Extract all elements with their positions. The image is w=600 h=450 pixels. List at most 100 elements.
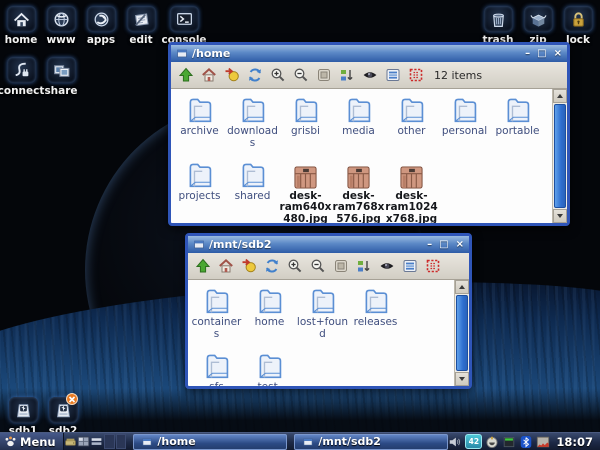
file-item[interactable]: grisbi xyxy=(279,93,332,150)
file-item[interactable]: projects xyxy=(173,158,226,224)
zoom-out-icon[interactable] xyxy=(293,67,309,83)
cpu-graph-icon[interactable] xyxy=(536,435,550,449)
folder-icon xyxy=(448,94,481,125)
home-toolbar-icon[interactable] xyxy=(218,258,234,274)
usb-drive-icon xyxy=(49,397,78,423)
minimize-button[interactable]: – xyxy=(525,49,530,59)
file-item[interactable]: containers xyxy=(190,284,243,341)
file-item[interactable]: home xyxy=(243,284,296,341)
battery-icon[interactable] xyxy=(502,435,516,449)
desktop-icon-apps[interactable]: apps xyxy=(82,6,120,46)
select-all-icon[interactable] xyxy=(425,258,441,274)
file-item[interactable]: test-audio xyxy=(243,349,296,387)
zoom-in-icon[interactable] xyxy=(287,258,303,274)
maximize-button[interactable]: □ xyxy=(439,240,448,250)
refresh-icon[interactable] xyxy=(264,258,280,274)
scroll-down-button[interactable] xyxy=(553,209,567,223)
up-icon[interactable] xyxy=(195,258,211,274)
clock: 18:07 xyxy=(553,435,597,449)
bookmarks-icon[interactable] xyxy=(224,67,240,83)
drive-applet-icon[interactable] xyxy=(64,435,77,449)
menu-button[interactable]: Menu xyxy=(0,433,64,450)
desktop-icon-sdb2[interactable]: sdb2 xyxy=(44,397,82,437)
show-hidden-eye-icon[interactable] xyxy=(379,258,395,274)
desktop-icon-trash[interactable]: trash xyxy=(479,6,517,46)
desktop-icon-label: www xyxy=(46,34,75,46)
maximize-button[interactable]: □ xyxy=(537,49,546,59)
normal-size-icon[interactable] xyxy=(333,258,349,274)
file-item[interactable]: desk-ram768x576.jpg xyxy=(332,158,385,224)
file-item[interactable]: downloads xyxy=(226,93,279,150)
usb-drive-icon xyxy=(9,397,38,423)
file-item[interactable]: sfs xyxy=(190,349,243,387)
file-name: projects xyxy=(179,191,221,203)
file-item[interactable]: portable xyxy=(491,93,544,150)
scrollbar-thumb[interactable] xyxy=(554,104,566,208)
up-icon[interactable] xyxy=(178,67,194,83)
folder-icon xyxy=(183,94,216,125)
close-button[interactable]: × xyxy=(456,240,464,250)
scroll-up-button[interactable] xyxy=(455,280,469,294)
zoom-out-icon[interactable] xyxy=(310,258,326,274)
close-button[interactable]: × xyxy=(554,49,562,59)
bluetooth-icon[interactable] xyxy=(519,435,533,449)
desktop-icon-zip[interactable]: zip xyxy=(519,6,557,46)
plugin-icon[interactable] xyxy=(485,435,499,449)
scroll-up-button[interactable] xyxy=(553,89,567,103)
file-item[interactable]: desk-ram640x480.jpg xyxy=(279,158,332,224)
sort-icon[interactable] xyxy=(339,67,355,83)
bookmarks-icon[interactable] xyxy=(241,258,257,274)
desktop-icon-home[interactable]: home xyxy=(2,6,40,46)
file-item[interactable]: personal xyxy=(438,93,491,150)
file-item[interactable]: media xyxy=(332,93,385,150)
vertical-scrollbar[interactable] xyxy=(552,89,567,223)
taskbar-window-sdb2[interactable]: /mnt/sdb2 xyxy=(294,434,448,450)
window-shade-icon[interactable] xyxy=(90,435,103,449)
desktop-icon-connect[interactable]: connect xyxy=(2,57,40,97)
file-icon xyxy=(183,93,216,125)
file-item[interactable]: shared xyxy=(226,158,279,224)
image-thumbnail-icon xyxy=(399,165,424,190)
pager-desktop-cell[interactable] xyxy=(104,434,115,449)
desktop-icon-console[interactable]: console xyxy=(162,6,206,46)
zoom-in-icon[interactable] xyxy=(270,67,286,83)
show-hidden-eye-icon[interactable] xyxy=(362,67,378,83)
pager-icon[interactable] xyxy=(77,435,90,449)
folder-icon xyxy=(289,94,322,125)
volume-icon[interactable] xyxy=(448,435,462,449)
file-item[interactable]: other xyxy=(385,93,438,150)
pager-desktop-cell[interactable] xyxy=(116,434,127,449)
desktop-icon-sdb1[interactable]: sdb1 xyxy=(4,397,42,437)
scroll-down-button[interactable] xyxy=(455,372,469,386)
file-item[interactable]: releases xyxy=(349,284,402,341)
file-name: personal xyxy=(442,126,487,138)
refresh-icon[interactable] xyxy=(247,67,263,83)
file-item[interactable]: desk-ram1024x768.jpg xyxy=(385,158,438,224)
desktop-icon-label: apps xyxy=(87,34,115,46)
details-list-icon[interactable] xyxy=(402,258,418,274)
minimize-button[interactable]: – xyxy=(427,240,432,250)
titlebar[interactable]: /mnt/sdb2 – □ × xyxy=(188,236,469,253)
file-item[interactable]: archive xyxy=(173,93,226,150)
details-list-icon[interactable] xyxy=(385,67,401,83)
file-icon xyxy=(253,349,286,381)
taskbar-window-home[interactable]: /home xyxy=(133,434,287,450)
desktop-icon-share[interactable]: share xyxy=(42,57,80,97)
desktop-icon-www[interactable]: www xyxy=(42,6,80,46)
unmount-badge-icon[interactable] xyxy=(66,393,78,405)
desktop-icon-edit[interactable]: edit xyxy=(122,6,160,46)
sort-icon[interactable] xyxy=(356,258,372,274)
window-body: archive downloads xyxy=(171,89,567,223)
normal-size-icon[interactable] xyxy=(316,67,332,83)
titlebar[interactable]: /home – □ × xyxy=(171,45,567,62)
desktop-icon-label: connect xyxy=(0,85,44,97)
file-icon xyxy=(399,158,424,190)
select-all-icon[interactable] xyxy=(408,67,424,83)
trash-icon xyxy=(484,6,513,32)
desktop-icon-lock[interactable]: lock xyxy=(559,6,597,46)
scrollbar-thumb[interactable] xyxy=(456,295,468,371)
home-toolbar-icon[interactable] xyxy=(201,67,217,83)
temperature-badge[interactable]: 42 xyxy=(465,434,482,449)
file-item[interactable]: lost+found xyxy=(296,284,349,341)
vertical-scrollbar[interactable] xyxy=(454,280,469,386)
